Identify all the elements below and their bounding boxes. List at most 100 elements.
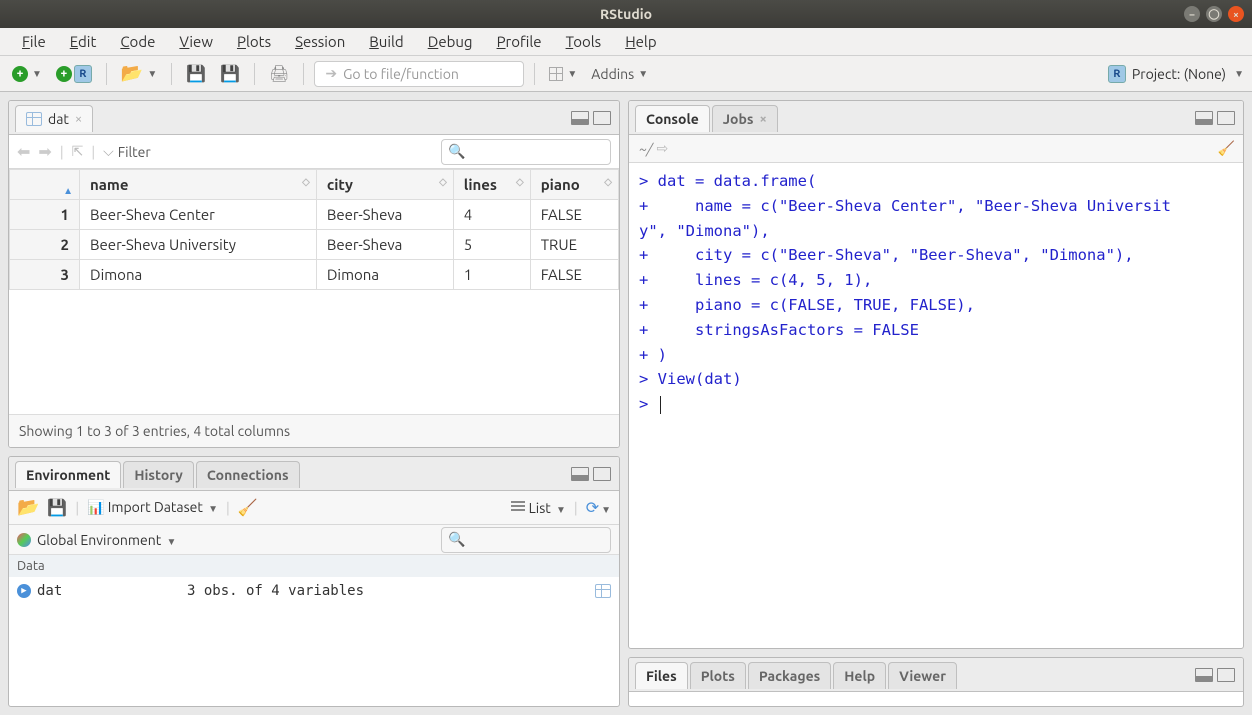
window-controls: – ◯ × [1184, 6, 1244, 22]
cell-rownum: 3 [10, 260, 80, 290]
refresh-button[interactable]: ⟳▼ [586, 498, 611, 517]
import-dataset-button[interactable]: 📊 Import Dataset ▼ [87, 499, 218, 516]
view-table-icon[interactable] [595, 584, 611, 598]
search-icon: 🔍 [448, 143, 465, 160]
tab-plots[interactable]: Plots [690, 662, 746, 689]
cell-rownum: 1 [10, 200, 80, 230]
cell-piano: FALSE [530, 260, 618, 290]
back-icon[interactable]: ⬅ [17, 142, 30, 161]
project-menu[interactable]: R Project: (None) ▼ [1108, 65, 1244, 83]
col-name[interactable]: name◇ [80, 170, 317, 200]
view-mode-button[interactable]: List ▼ [511, 500, 565, 516]
data-viewer-toolbar: ⬅ ➡ | ⇱ | ⌵ Filter 🔍 [9, 135, 619, 169]
maximize-pane-icon[interactable] [1217, 111, 1235, 125]
close-tab-icon[interactable]: × [759, 112, 766, 126]
save-button[interactable]: 💾 [182, 62, 210, 85]
env-item-dat[interactable]: ▶ dat 3 obs. of 4 variables [9, 577, 619, 605]
folder-open-icon: 📂 [121, 63, 143, 84]
menu-session[interactable]: Session [283, 31, 357, 52]
table-row[interactable]: 1 Beer-Sheva Center Beer-Sheva 4 FALSE [10, 200, 619, 230]
open-file-button[interactable]: 📂▼ [117, 61, 161, 86]
col-piano[interactable]: piano◇ [530, 170, 618, 200]
scope-selector[interactable]: Global Environment ▼ [37, 532, 176, 548]
tab-dat[interactable]: dat × [15, 105, 93, 132]
maximize-pane-icon[interactable] [593, 111, 611, 125]
layout-button[interactable]: ▼ [545, 65, 581, 83]
menu-edit[interactable]: Edit [58, 31, 109, 52]
cell-lines: 1 [453, 260, 530, 290]
menu-view[interactable]: View [167, 31, 225, 52]
menu-help[interactable]: Help [613, 31, 668, 52]
print-button[interactable]: 🖨 [265, 62, 293, 85]
menu-tools[interactable]: Tools [554, 31, 614, 52]
env-search-input[interactable]: 🔍 [441, 527, 611, 553]
maximize-pane-icon[interactable] [1217, 668, 1235, 682]
tab-packages[interactable]: Packages [748, 662, 831, 689]
expand-icon[interactable]: ▶ [17, 584, 31, 598]
filter-button[interactable]: ⌵ Filter [103, 143, 151, 160]
table-row[interactable]: 3 Dimona Dimona 1 FALSE [10, 260, 619, 290]
console-popout-icon[interactable]: ⇨ [656, 140, 668, 157]
clear-workspace-icon[interactable]: 🧹 [238, 498, 258, 517]
files-tabbar: Files Plots Packages Help Viewer [629, 658, 1243, 692]
tab-console[interactable]: Console [635, 105, 710, 132]
addins-button[interactable]: Addins ▼ [587, 64, 652, 84]
source-panel: dat × ⬅ ➡ | ⇱ | ⌵ Filter 🔍 [8, 100, 620, 448]
search-input[interactable]: 🔍 [441, 139, 611, 165]
goto-file-input[interactable]: ➔ Go to file/function [314, 61, 524, 87]
minimize-pane-icon[interactable] [571, 111, 589, 125]
tab-jobs[interactable]: Jobs × [712, 105, 778, 132]
save-icon: 💾 [186, 64, 206, 83]
menu-debug[interactable]: Debug [416, 31, 485, 52]
separator [254, 63, 255, 85]
list-icon [511, 501, 525, 513]
console-path: ~/ [639, 141, 652, 157]
cell-lines: 4 [453, 200, 530, 230]
cell-rownum: 2 [10, 230, 80, 260]
new-file-button[interactable]: +▼ [8, 64, 46, 84]
minimize-icon[interactable]: – [1184, 6, 1200, 22]
minimize-pane-icon[interactable] [1195, 111, 1213, 125]
load-workspace-icon[interactable]: 📂 [17, 497, 39, 518]
env-section-data: Data [9, 555, 619, 577]
menu-plots[interactable]: Plots [225, 31, 283, 52]
console-output[interactable]: > dat = data.frame( + name = c("Beer-She… [629, 163, 1243, 648]
col-rownum[interactable]: ▲ [10, 170, 80, 200]
col-city[interactable]: city◇ [316, 170, 453, 200]
forward-icon[interactable]: ➡ [38, 142, 51, 161]
menu-profile[interactable]: Profile [485, 31, 554, 52]
tab-help[interactable]: Help [833, 662, 886, 689]
menu-build[interactable]: Build [357, 31, 415, 52]
console-panel: Console Jobs × ~/ ⇨ 🧹 > dat = data.frame… [628, 100, 1244, 649]
print-icon: 🖨 [269, 64, 289, 83]
cell-name: Dimona [80, 260, 317, 290]
close-tab-icon[interactable]: × [75, 112, 82, 126]
refresh-icon: ⟳ [586, 499, 599, 517]
save-all-button[interactable]: 💾 [216, 62, 244, 85]
close-icon[interactable]: × [1228, 6, 1244, 22]
tab-environment[interactable]: Environment [15, 461, 121, 488]
environment-panel: Environment History Connections 📂 💾 | 📊 … [8, 456, 620, 707]
save-workspace-icon[interactable]: 💾 [47, 498, 67, 517]
popout-icon[interactable]: ⇱ [72, 143, 84, 160]
menu-file[interactable]: File [10, 31, 58, 52]
tab-connections[interactable]: Connections [196, 461, 300, 488]
new-project-button[interactable]: +R [52, 63, 96, 85]
cell-city: Beer-Sheva [316, 230, 453, 260]
goto-placeholder: Go to file/function [343, 66, 459, 82]
tab-history[interactable]: History [123, 461, 194, 488]
col-lines[interactable]: lines◇ [453, 170, 530, 200]
env-scope-row: Global Environment ▼ 🔍 [9, 525, 619, 555]
data-footer: Showing 1 to 3 of 3 entries, 4 total col… [9, 414, 619, 447]
separator [534, 63, 535, 85]
tab-files[interactable]: Files [635, 662, 688, 689]
minimize-pane-icon[interactable] [571, 467, 589, 481]
tab-viewer[interactable]: Viewer [888, 662, 957, 689]
table-row[interactable]: 2 Beer-Sheva University Beer-Sheva 5 TRU… [10, 230, 619, 260]
maximize-icon[interactable]: ◯ [1206, 6, 1222, 22]
clear-console-icon[interactable]: 🧹 [1218, 140, 1235, 157]
project-label: Project: (None) [1132, 66, 1226, 82]
minimize-pane-icon[interactable] [1195, 668, 1213, 682]
maximize-pane-icon[interactable] [593, 467, 611, 481]
menu-code[interactable]: Code [108, 31, 167, 52]
